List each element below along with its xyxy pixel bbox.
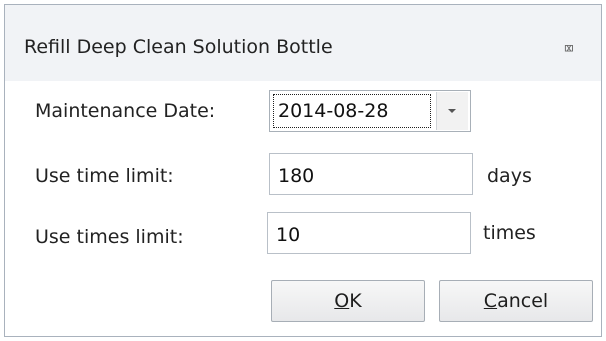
dialog-title: Refill Deep Clean Solution Bottle <box>24 36 333 58</box>
use-time-limit-unit: days <box>487 165 532 187</box>
ok-label-rest: K <box>349 290 362 312</box>
maintenance-date-label: Maintenance Date: <box>35 100 216 122</box>
refill-dialog: Refill Deep Clean Solution Bottle ⌧ Main… <box>4 4 602 337</box>
chevron-down-icon <box>448 109 456 113</box>
use-time-limit-input[interactable] <box>269 153 473 195</box>
ok-button[interactable]: OK <box>271 280 425 322</box>
cancel-button[interactable]: Cancel <box>439 280 593 322</box>
close-icon[interactable]: ⌧ <box>557 39 581 59</box>
use-time-limit-label: Use time limit: <box>35 165 174 187</box>
use-times-limit-label: Use times limit: <box>35 226 184 248</box>
use-times-limit-input[interactable] <box>267 212 471 254</box>
use-times-limit-unit: times <box>483 222 536 244</box>
ok-mnemonic: O <box>334 290 350 312</box>
dropdown-button[interactable] <box>436 92 468 130</box>
dialog-content: Maintenance Date: 2014-08-28 Use time li… <box>5 81 601 336</box>
maintenance-date-value[interactable]: 2014-08-28 <box>273 94 431 128</box>
maintenance-date-combobox[interactable]: 2014-08-28 <box>269 90 471 132</box>
cancel-label-rest: ancel <box>497 290 549 312</box>
dialog-titlebar: Refill Deep Clean Solution Bottle ⌧ <box>5 5 601 81</box>
cancel-mnemonic: C <box>483 290 498 312</box>
